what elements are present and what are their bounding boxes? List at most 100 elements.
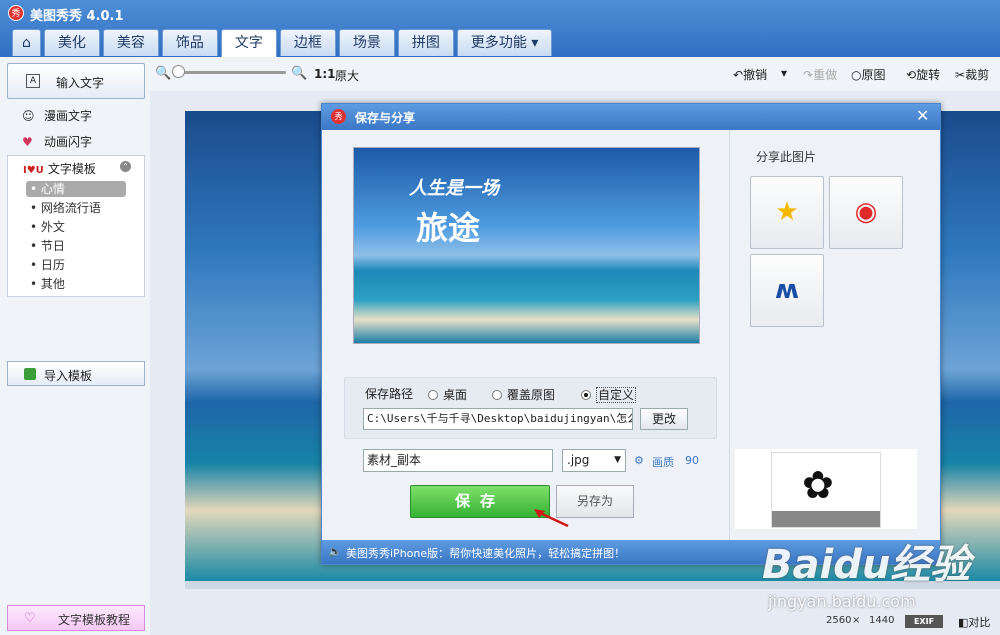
chevron-down-icon: ▾	[531, 35, 539, 51]
template-item[interactable]: • 其他	[26, 276, 126, 292]
tab-more[interactable]: 更多功能 ▾	[456, 29, 553, 56]
dropdown-arrow-icon: ▼	[614, 455, 621, 465]
share-qzone-button[interactable]: ★	[750, 176, 824, 249]
preview-title-line2: 旅途	[416, 209, 481, 247]
weibo-icon: ◉	[854, 197, 878, 227]
quality-link[interactable]: 画质	[652, 454, 674, 470]
tab-beauty[interactable]: 美容	[102, 29, 159, 56]
template-item-label: 外文	[40, 220, 65, 234]
radio-label: 桌面	[443, 388, 468, 402]
template-item[interactable]: • 节日	[26, 238, 126, 254]
annotation-arrow-icon	[534, 509, 569, 528]
template-item-label: 节日	[40, 239, 65, 253]
tab-frame[interactable]: 边框	[279, 29, 336, 56]
tab-beautify[interactable]: 美化	[43, 29, 100, 56]
text-icon: A	[26, 74, 40, 88]
template-item[interactable]: • 外文	[26, 219, 126, 235]
template-item[interactable]: • 心情	[26, 181, 126, 197]
main-tabs: ⌂ 美化 美容 饰品 文字 边框 场景 拼图 更多功能 ▾	[12, 29, 555, 57]
animated-text-label: 动画闪字	[44, 135, 93, 149]
radio-dot	[428, 390, 438, 400]
save-share-dialog: 秀 保存与分享 ✕ 人生是一场 旅途 保存路径 桌面 覆盖原图 自定义 C:\U…	[321, 103, 941, 565]
lotus-icon: ✿	[802, 463, 834, 507]
filename-input[interactable]: 素材_副本	[363, 449, 553, 472]
toolbar	[0, 57, 1000, 91]
close-icon[interactable]: ✕	[916, 108, 929, 124]
speech-bubble-icon: ☺	[22, 109, 35, 123]
exif-button[interactable]: EXIF	[905, 615, 943, 628]
share-renren-button[interactable]: ʍ	[750, 254, 824, 327]
compare-button[interactable]: ◧对比	[958, 614, 990, 630]
save-path-label: 保存路径	[365, 387, 414, 401]
comic-text-item[interactable]: ☺ 漫画文字	[22, 107, 92, 124]
zoom-slider[interactable]	[176, 71, 286, 74]
templates-header[interactable]: I♥U 文字模板	[23, 160, 96, 177]
hands-icon: ♡	[24, 611, 36, 626]
meitu-logo-icon: 秀	[8, 5, 24, 21]
template-item-label: 心情	[40, 182, 65, 196]
templates-title: 文字模板	[47, 162, 96, 176]
lotus-ad-image[interactable]: ✿	[771, 452, 881, 528]
template-item[interactable]: • 日历	[26, 257, 126, 273]
radio-label: 自定义	[596, 387, 637, 403]
tab-more-label: 更多功能	[470, 35, 527, 51]
crop-button[interactable]: ✂裁剪	[955, 66, 989, 83]
circle-icon: ○	[851, 68, 862, 82]
speaker-icon: 🔈	[328, 545, 342, 558]
import-template-label: 导入模板	[44, 369, 93, 383]
rotate-icon: ⟲	[906, 68, 917, 82]
extension-value: .jpg	[567, 453, 590, 467]
baidu-watermark: Baidu经验	[762, 542, 971, 588]
original-button[interactable]: ○原图	[851, 66, 886, 83]
share-weibo-button[interactable]: ◉	[829, 176, 903, 249]
template-item[interactable]: • 网络流行语	[26, 200, 126, 216]
image-width: 2560	[826, 615, 852, 626]
change-path-button[interactable]: 更改	[640, 408, 688, 430]
redo-button[interactable]: ↷重做	[803, 66, 837, 83]
dialog-title: 保存与分享	[355, 111, 416, 125]
radio-overwrite[interactable]: 覆盖原图	[492, 386, 555, 403]
radio-desktop[interactable]: 桌面	[428, 386, 467, 403]
tutorial-button[interactable]: ♡ 文字模板教程	[7, 605, 145, 631]
tab-scene[interactable]: 场景	[338, 29, 395, 56]
heart-icon: ♥	[22, 135, 33, 149]
animated-text-item[interactable]: ♥ 动画闪字	[22, 133, 92, 150]
undo-menu-icon[interactable]: ▾	[781, 66, 787, 80]
zoom-out-icon[interactable]: 🔍	[155, 66, 171, 81]
tab-collage[interactable]: 拼图	[397, 29, 454, 56]
extension-select[interactable]: .jpg ▼	[562, 449, 626, 472]
rotate-button[interactable]: ⟲旋转	[906, 66, 940, 83]
gear-icon[interactable]: ⚙	[634, 454, 644, 467]
input-text-button[interactable]: A 输入文字	[7, 63, 145, 99]
radio-dot	[581, 390, 591, 400]
home-tab[interactable]: ⌂	[12, 29, 41, 56]
lotus-base	[772, 511, 880, 527]
undo-button[interactable]: ↶撤销	[733, 66, 767, 83]
radio-dot	[492, 390, 502, 400]
template-item-label: 其他	[40, 277, 65, 291]
original-size-label[interactable]: 原大	[335, 67, 359, 84]
quality-value: 90	[685, 454, 699, 467]
zoom-in-icon[interactable]: 🔍	[291, 66, 307, 81]
tip-text[interactable]: 美图秀秀iPhone版：帮你快速美化照片，轻松搞定拼图！	[346, 545, 625, 561]
love-you-icon: I♥U	[23, 165, 44, 176]
radio-label: 覆盖原图	[507, 388, 556, 402]
text-templates-panel: I♥U 文字模板 ⌃ • 心情 • 网络流行语 • 外文 • 节日 • 日历 • …	[7, 155, 145, 297]
save-button[interactable]: 保存	[410, 485, 550, 518]
tab-accessories[interactable]: 饰品	[161, 29, 218, 56]
save-path-input[interactable]: C:\Users\千与千寻\Desktop\baidujingyan\怎么	[363, 408, 633, 430]
redo-icon: ↷	[803, 68, 814, 82]
import-template-button[interactable]: 导入模板	[7, 361, 145, 386]
collapse-icon[interactable]: ⌃	[120, 161, 131, 172]
radio-custom[interactable]: 自定义	[581, 386, 637, 403]
tab-text[interactable]: 文字	[220, 29, 277, 57]
share-label: 分享此图片	[756, 150, 817, 164]
renren-icon: ʍ	[774, 275, 800, 305]
rotate-label: 旋转	[916, 68, 941, 82]
baidu-watermark-url: jingyan.baidu.com	[768, 592, 916, 611]
undo-icon: ↶	[733, 68, 744, 82]
zoom-slider-handle[interactable]	[172, 65, 185, 78]
tutorial-label: 文字模板教程	[58, 613, 131, 627]
dimension-separator: ×	[852, 615, 861, 626]
ratio-button[interactable]: 1:1	[314, 67, 336, 81]
